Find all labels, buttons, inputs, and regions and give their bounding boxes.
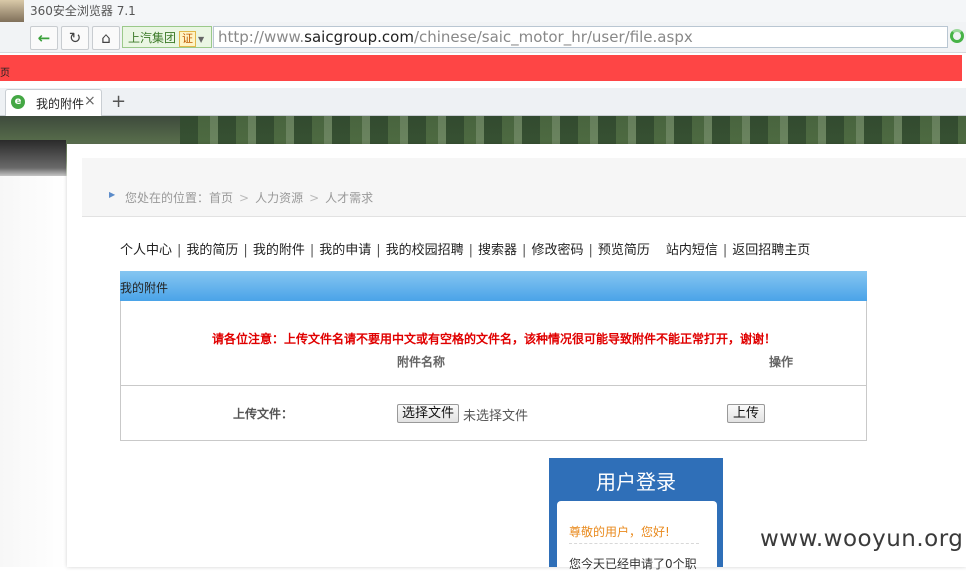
refresh-icon[interactable]: ↻ <box>61 26 89 50</box>
upload-notice: 请各位注意：上传文件名请不要用中文或有空格的文件名，该种情况很可能导致附件不能正… <box>212 332 777 346</box>
page-side-decoration <box>0 140 66 180</box>
breadcrumb-item[interactable]: 首页 <box>209 191 233 205</box>
loading-icon <box>950 29 964 43</box>
login-greeting: 尊敬的用户，您好! <box>569 525 670 539</box>
menu-separator: | <box>177 243 182 258</box>
menu-item[interactable]: 预览简历 <box>598 243 650 258</box>
tab-strip <box>0 88 966 116</box>
choose-file-button[interactable]: 选择文件 <box>397 404 459 423</box>
site-identity-badge[interactable]: 上汽集团证 ▼ <box>122 26 212 48</box>
column-header-action: 操作 <box>769 355 794 369</box>
upload-file-label: 上传文件： <box>233 407 294 421</box>
user-menu: 个人中心 | 我的简历 | 我的附件 | 我的申请 | 我的校园招聘 | 搜索器 | 修改密码 | 预览简历… <box>120 239 810 258</box>
close-icon[interactable]: × <box>84 93 96 109</box>
breadcrumb-bullet-icon: ▶ <box>109 190 116 199</box>
url-prefix: http://www. <box>218 28 305 46</box>
home-icon[interactable]: ⌂ <box>92 26 120 50</box>
upload-button[interactable]: 上传 <box>727 404 765 423</box>
window-titlebar <box>0 0 966 22</box>
site-name: 上汽集团 <box>128 31 177 45</box>
chevron-right-icon: > <box>239 191 250 205</box>
menu-item[interactable]: 我的校园招聘 <box>386 243 464 258</box>
login-divider <box>569 543 699 544</box>
menu-item[interactable]: 我的附件 <box>253 243 305 258</box>
menu-item[interactable]: 我的简历 <box>186 243 238 258</box>
menu-separator: | <box>522 243 527 258</box>
column-header-attachment-name: 附件名称 <box>397 355 446 369</box>
row-divider <box>121 385 866 386</box>
back-icon[interactable]: ← <box>30 26 58 50</box>
tab-label: 我的附件 <box>36 97 85 111</box>
menu-separator: | <box>376 243 381 258</box>
panel-header <box>120 271 867 301</box>
menu-separator: | <box>588 243 593 258</box>
breadcrumb-item[interactable]: 人才需求 <box>325 191 373 205</box>
watermark: www.wooyun.org <box>760 526 964 552</box>
menu-separator: | <box>722 243 728 258</box>
breadcrumb-item[interactable]: 人力资源 <box>255 191 303 205</box>
chevron-right-icon: > <box>309 191 320 205</box>
breadcrumb-prefix: 您处在的位置： <box>125 191 210 205</box>
no-file-selected-text: 未选择文件 <box>463 409 529 424</box>
panel-title: 我的附件 <box>120 281 169 295</box>
menu-item[interactable]: 个人中心 <box>120 243 172 258</box>
menu-item[interactable]: 我的申请 <box>319 243 371 258</box>
banner-image <box>180 116 966 146</box>
login-title: 用户登录 <box>596 470 676 494</box>
redaction-bar <box>0 55 962 81</box>
address-bar[interactable]: http://www.saicgroup.com/chinese/saic_mo… <box>213 26 948 48</box>
url-domain: saicgroup.com <box>304 28 414 46</box>
menu-item[interactable]: 返回招聘主页 <box>732 243 810 258</box>
menu-separator: | <box>468 243 474 258</box>
menu-item[interactable]: 修改密码 <box>531 243 583 258</box>
breadcrumb-bar <box>82 158 966 217</box>
menu-separator: | <box>309 243 315 258</box>
clipped-text-fragment: 页 <box>0 68 10 79</box>
page-side-background <box>0 176 66 567</box>
menu-separator: | <box>243 243 248 258</box>
tab-favicon-icon: e <box>11 95 25 109</box>
certificate-icon: 证 <box>179 31 197 47</box>
menu-item[interactable]: 搜索器 <box>478 243 517 258</box>
application-count-text: 您今天已经申请了0个职 <box>569 557 697 571</box>
url-path: /chinese/saic_motor_hr/user/file.aspx <box>413 28 693 46</box>
new-tab-icon[interactable]: + <box>111 91 126 112</box>
window-title: 360安全浏览器 7.1 <box>30 4 136 18</box>
chevron-down-icon: ▼ <box>198 35 205 44</box>
breadcrumb: 您处在的位置：首页 > 人力资源 > 人才需求 <box>125 189 373 206</box>
menu-item[interactable]: 站内短信 <box>666 243 718 258</box>
